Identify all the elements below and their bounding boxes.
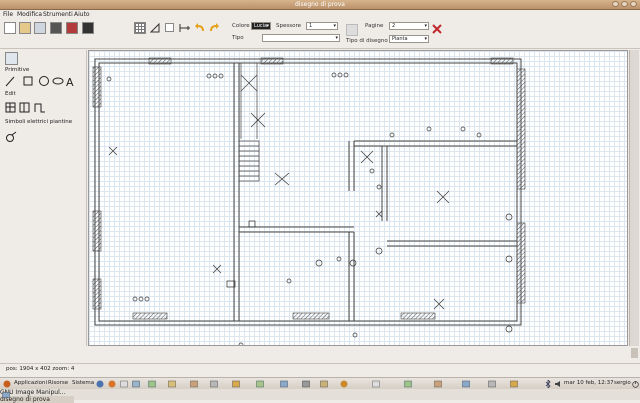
launcher-icon[interactable] — [256, 380, 264, 388]
launcher-icon[interactable] — [232, 380, 240, 388]
launcher-icon[interactable] — [434, 380, 442, 388]
status-text: pos: 1904 x 402 zoom: 4 — [6, 366, 75, 372]
menu-bar: File Modifica Strumenti Aiuto — [0, 10, 640, 19]
status-bar: pos: 1904 x 402 zoom: 4 — [0, 363, 640, 374]
launcher-icon[interactable] — [488, 380, 496, 388]
bluetooth-icon[interactable] — [544, 380, 552, 388]
launcher-icon[interactable] — [340, 380, 348, 388]
line-align-icon[interactable] — [178, 23, 192, 33]
save-icon[interactable] — [34, 22, 46, 34]
zoom-icon[interactable] — [5, 52, 18, 65]
tipo-combo[interactable] — [262, 34, 340, 42]
symbols-label: Simboli elettrici piantine — [5, 119, 73, 125]
firefox-icon[interactable] — [108, 380, 116, 388]
task-gimp[interactable]: GNU Image Manipul... — [0, 389, 70, 396]
show-desktop-icon[interactable] — [2, 391, 10, 399]
power-icon[interactable] — [632, 380, 639, 388]
toolbar: Colore Lucia Spessore 1 Tipo Pagine 2 Ti… — [0, 19, 640, 49]
launcher-icon[interactable] — [168, 380, 176, 388]
launcher-icon[interactable] — [190, 380, 198, 388]
rectangle-tool-icon[interactable] — [23, 76, 33, 86]
tipo-disegno-label: Tipo di disegno — [346, 38, 388, 44]
applicazioni-menu[interactable]: Applicazioni — [14, 380, 47, 386]
user-name[interactable]: sergio — [614, 380, 631, 386]
ellipse-tool-icon[interactable] — [52, 77, 64, 85]
launcher-icon[interactable] — [320, 380, 328, 388]
outer-walls — [94, 58, 522, 326]
tipo-label: Tipo — [232, 35, 244, 41]
wall-edit-icon[interactable] — [34, 103, 45, 113]
redo-icon[interactable] — [208, 22, 220, 34]
clock[interactable]: mar 10 feb, 12:37 — [564, 380, 614, 386]
maximize-button[interactable] — [621, 1, 628, 7]
sistema-menu[interactable]: Sistema — [72, 380, 94, 386]
ruler-triangle-icon[interactable] — [150, 23, 160, 33]
close-red-icon[interactable] — [432, 24, 442, 34]
help-icon[interactable] — [96, 380, 104, 388]
line-tool-icon[interactable] — [5, 76, 15, 87]
undo-icon[interactable] — [194, 22, 206, 34]
tipo-disegno-combo[interactable]: Pianta — [389, 35, 429, 43]
evolution-icon[interactable] — [120, 380, 128, 388]
colore-combo[interactable]: Lucia — [251, 22, 271, 30]
edit-label: Edit — [5, 91, 16, 97]
ubuntu-logo-icon — [3, 380, 11, 388]
scroll-thumb[interactable] — [631, 348, 638, 358]
close-window-button[interactable] — [630, 1, 637, 7]
copy-icon[interactable] — [346, 24, 358, 36]
menu-file[interactable]: File — [3, 11, 13, 18]
spessore-label: Spessore — [276, 23, 301, 29]
rectangle-select-icon[interactable] — [165, 23, 174, 32]
pagine-label: Pagine — [365, 23, 384, 29]
launcher-icon[interactable] — [148, 380, 156, 388]
risorse-menu[interactable]: Risorse — [48, 380, 68, 386]
pagine-combo[interactable]: 2 — [389, 22, 429, 30]
launcher-icon[interactable] — [210, 380, 218, 388]
window-title: disegno di prova — [295, 1, 345, 8]
floor-plan — [92, 57, 526, 345]
electrical-symbols — [106, 72, 513, 345]
menu-modifica[interactable]: Modifica — [17, 11, 42, 18]
primitive-tools: A — [5, 76, 74, 87]
menu-strumenti[interactable]: Strumenti — [43, 11, 73, 18]
volume-icon[interactable] — [554, 380, 562, 388]
colore-label: Colore — [232, 23, 250, 29]
window-list: GNU Image Manipul... disegno di prova — [0, 389, 640, 403]
launcher-icon[interactable] — [462, 380, 470, 388]
grid-icon[interactable] — [134, 22, 146, 34]
vertical-scrollbar[interactable] — [629, 50, 639, 358]
launcher-icon[interactable] — [404, 380, 412, 388]
drawing-canvas[interactable] — [88, 50, 628, 346]
launcher-icon[interactable] — [280, 380, 288, 388]
launcher-icon[interactable] — [132, 380, 140, 388]
print-icon[interactable] — [50, 22, 62, 34]
tool-palette: Primitive A Edit Simboli elettrici piant… — [2, 50, 87, 346]
title-bar: disegno di prova — [0, 0, 640, 10]
edit-tools — [5, 102, 45, 113]
lamp-symbol-icon[interactable] — [5, 131, 19, 143]
hatched-walls — [92, 57, 526, 320]
spessore-combo[interactable]: 1 — [306, 22, 338, 30]
interior-walls — [233, 63, 517, 321]
delete-icon[interactable] — [82, 22, 94, 34]
launcher-icon[interactable] — [302, 380, 310, 388]
text-tool-icon[interactable]: A — [66, 76, 74, 87]
export-icon[interactable] — [66, 22, 78, 34]
primitive-label: Primitive — [5, 67, 30, 73]
menu-aiuto[interactable]: Aiuto — [74, 11, 90, 18]
launcher-icon[interactable] — [372, 380, 380, 388]
launcher-icon[interactable] — [510, 380, 518, 388]
minimize-button[interactable] — [612, 1, 619, 7]
open-folder-icon[interactable] — [19, 22, 31, 34]
circle-tool-icon[interactable] — [39, 76, 49, 86]
new-file-icon[interactable] — [4, 22, 16, 34]
